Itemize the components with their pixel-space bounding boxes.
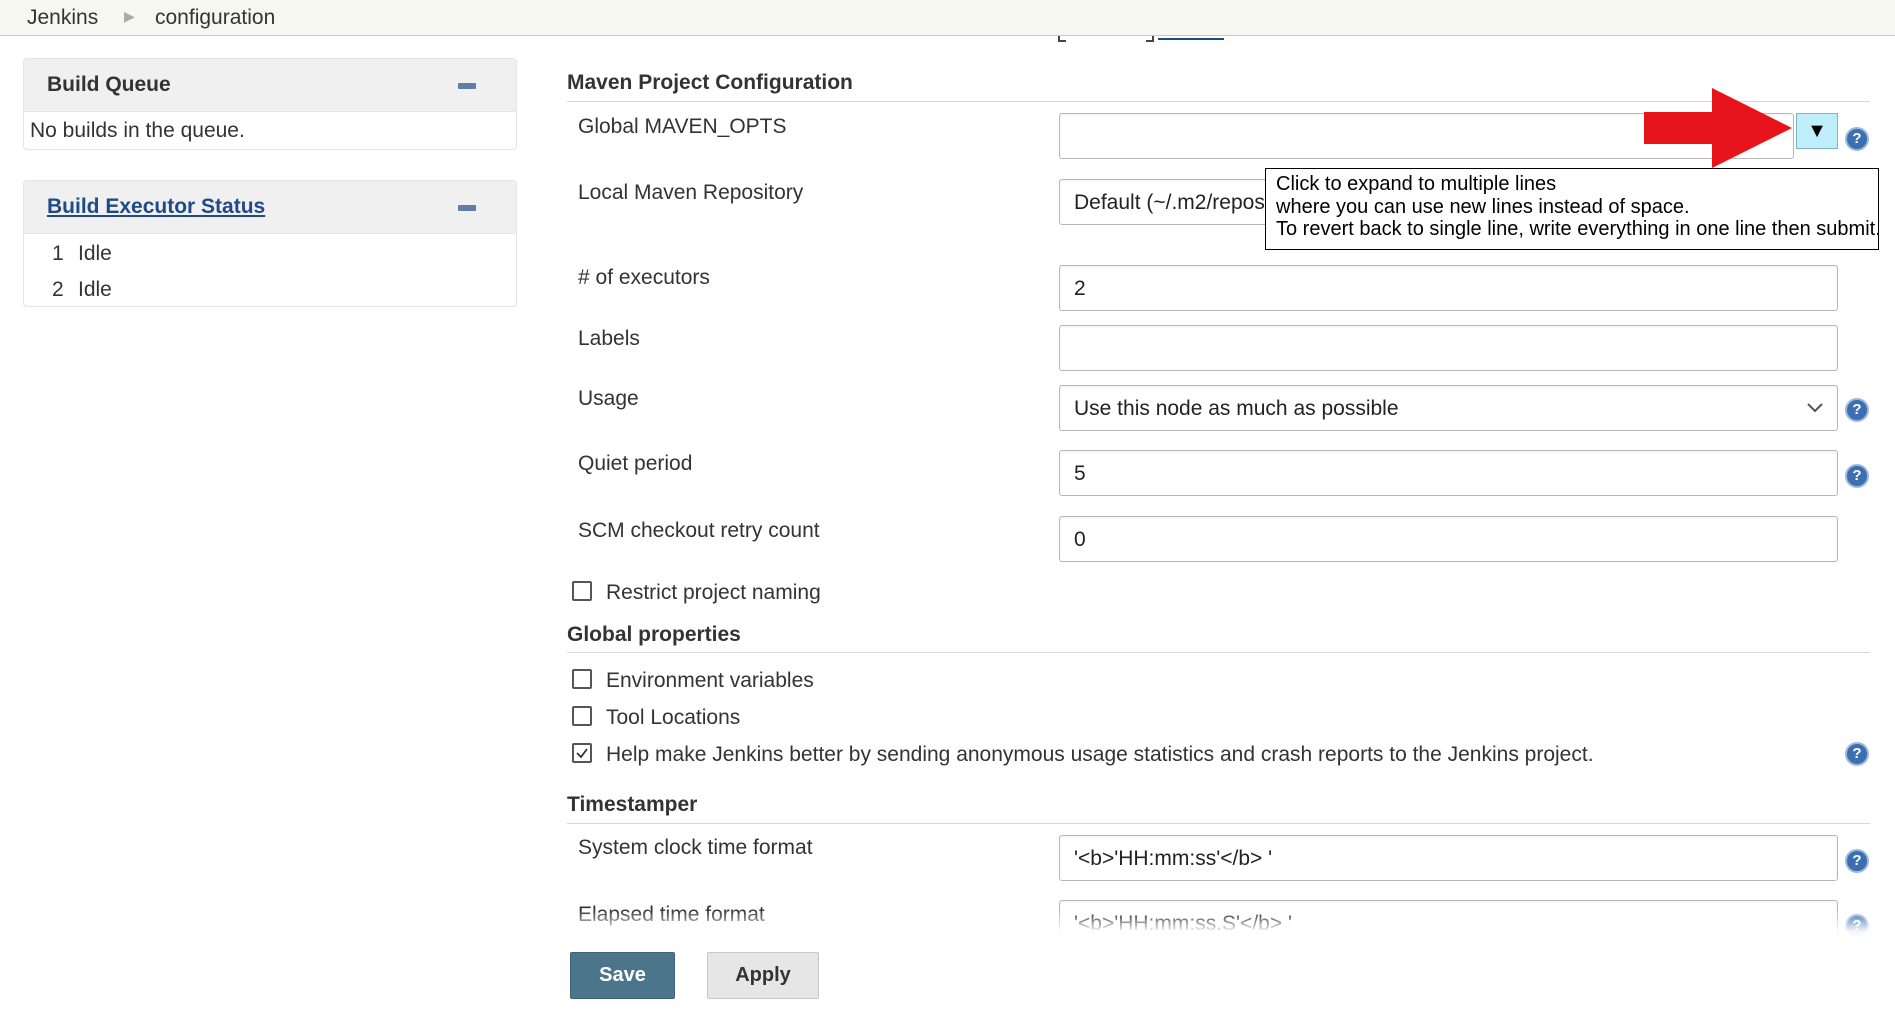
usage-select[interactable]: Use this node as much as possible	[1059, 385, 1838, 431]
executor-row: 1 Idle	[52, 242, 112, 266]
build-queue-empty-text: No builds in the queue.	[30, 119, 245, 142]
help-usage-icon[interactable]: ?	[1845, 398, 1869, 422]
breadcrumb-jenkins-link[interactable]: Jenkins	[27, 6, 98, 30]
tooltip-line: Click to expand to multiple lines	[1276, 173, 1557, 195]
checkmark-icon	[576, 748, 588, 759]
expand-textarea-button[interactable]: ▼	[1796, 113, 1838, 149]
scroll-fade-overlay	[560, 910, 1895, 946]
executor-status: Idle	[78, 242, 112, 265]
usage-label: Usage	[578, 387, 639, 410]
build-queue-pane: Build Queue No builds in the queue.	[23, 58, 517, 150]
help-usage-stats-icon[interactable]: ?	[1845, 742, 1869, 766]
executor-number: 2	[52, 278, 64, 301]
partial-content-edge	[1058, 36, 1066, 42]
usage-stats-checkbox[interactable]	[572, 743, 592, 763]
env-vars-label: Environment variables	[606, 669, 814, 692]
system-clock-format-label: System clock time format	[578, 836, 813, 859]
local-maven-repo-label: Local Maven Repository	[578, 181, 804, 204]
executors-input[interactable]: 2	[1059, 265, 1838, 311]
usage-stats-label: Help make Jenkins better by sending anon…	[606, 743, 1594, 766]
restrict-naming-label: Restrict project naming	[606, 581, 821, 604]
executor-status: Idle	[78, 278, 112, 301]
tooltip-line: where you can use new lines instead of s…	[1276, 195, 1690, 218]
labels-label: Labels	[578, 327, 640, 350]
breadcrumb-configuration-link[interactable]: configuration	[155, 6, 275, 30]
expand-tooltip: Click to expand to multiple lines where …	[1265, 168, 1881, 250]
executor-number: 1	[52, 242, 64, 265]
executors-label: # of executors	[578, 266, 710, 289]
global-maven-opts-label: Global MAVEN_OPTS	[578, 115, 787, 138]
save-button[interactable]: Save	[570, 952, 675, 999]
restrict-naming-checkbox[interactable]	[572, 581, 592, 601]
breadcrumb-bar: Jenkins ▶ configuration	[0, 0, 1895, 36]
breadcrumb-separator-icon: ▶	[124, 8, 135, 24]
section-divider	[567, 652, 1870, 653]
maven-section-title: Maven Project Configuration	[567, 71, 853, 94]
scm-retry-input[interactable]: 0	[1059, 516, 1838, 562]
system-clock-format-input[interactable]: '<b>'HH:mm:ss'</b> '	[1059, 835, 1838, 881]
quiet-period-label: Quiet period	[578, 452, 693, 475]
scm-retry-label: SCM checkout retry count	[578, 519, 820, 542]
section-divider	[567, 823, 1870, 824]
build-queue-title: Build Queue	[47, 73, 171, 96]
global-properties-title: Global properties	[567, 623, 741, 646]
executor-row: 2 Idle	[52, 278, 112, 302]
chevron-down-icon	[1807, 403, 1823, 413]
quiet-period-input[interactable]: 5	[1059, 450, 1838, 496]
partial-link-underline	[1158, 38, 1224, 40]
labels-input[interactable]	[1059, 325, 1838, 371]
help-quiet-period-icon[interactable]: ?	[1845, 464, 1869, 488]
timestamper-title: Timestamper	[567, 793, 698, 816]
build-queue-header: Build Queue	[24, 59, 516, 112]
collapse-build-queue-icon[interactable]	[458, 83, 476, 89]
annotation-arrow-icon	[1644, 88, 1792, 168]
partial-content-edge-right	[1146, 36, 1154, 42]
tool-locations-label: Tool Locations	[606, 706, 741, 729]
apply-button[interactable]: Apply	[707, 952, 819, 999]
env-vars-checkbox[interactable]	[572, 669, 592, 689]
tooltip-line: To revert back to single line, write eve…	[1276, 218, 1881, 240]
build-executor-status-pane: Build Executor Status 1 Idle 2 Idle	[23, 180, 517, 307]
build-executor-status-link[interactable]: Build Executor Status	[47, 195, 265, 219]
build-executor-header: Build Executor Status	[24, 181, 516, 234]
tool-locations-checkbox[interactable]	[572, 706, 592, 726]
help-system-clock-icon[interactable]: ?	[1845, 849, 1869, 873]
help-maven-opts-icon[interactable]: ?	[1845, 127, 1869, 151]
collapse-executor-status-icon[interactable]	[458, 205, 476, 211]
usage-selected-value: Use this node as much as possible	[1074, 397, 1399, 420]
